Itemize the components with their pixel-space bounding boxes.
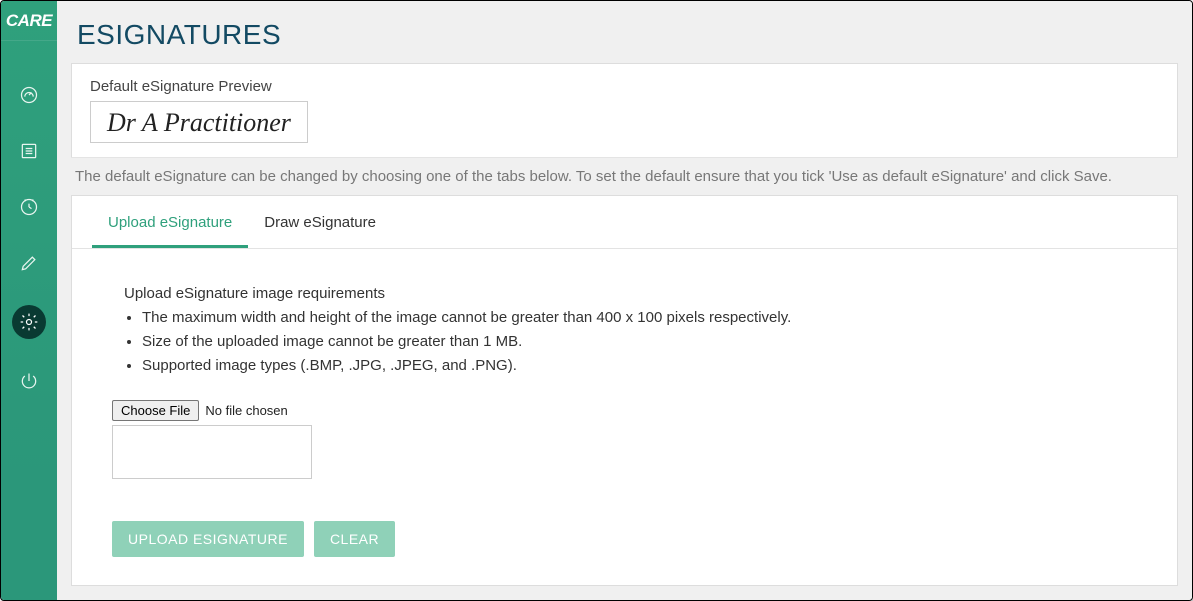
app-logo: CARE [1,1,57,41]
sidebar: CARE [1,1,57,600]
requirements-list: The maximum width and height of the imag… [112,306,1137,378]
tab-upload-esignature[interactable]: Upload eSignature [92,196,248,248]
requirement-item: The maximum width and height of the imag… [142,306,1137,330]
signature-preview: Dr A Practitioner [90,101,308,143]
tab-draw-esignature[interactable]: Draw eSignature [248,196,392,248]
choose-file-button[interactable]: Choose File [112,400,199,421]
preview-label: Default eSignature Preview [90,78,1159,95]
requirements-heading: Upload eSignature image requirements [124,285,1137,302]
tab-content-upload: Upload eSignature image requirements The… [72,249,1177,581]
tabs-card: Upload eSignature Draw eSignature Upload… [71,195,1178,586]
help-text: The default eSignature can be changed by… [71,157,1178,195]
clear-button[interactable]: CLEAR [314,521,395,557]
tabs: Upload eSignature Draw eSignature [72,196,1177,249]
requirement-item: Size of the uploaded image cannot be gre… [142,330,1137,354]
list-icon[interactable] [15,137,43,165]
dashboard-icon[interactable] [15,81,43,109]
pencil-icon[interactable] [15,249,43,277]
power-icon[interactable] [15,367,43,395]
requirement-item: Supported image types (.BMP, .JPG, .JPEG… [142,354,1137,378]
page-title: ESIGNATURES [57,1,1192,63]
clock-icon[interactable] [15,193,43,221]
gear-icon[interactable] [12,305,46,339]
upload-esignature-button[interactable]: UPLOAD ESIGNATURE [112,521,304,557]
signature-preview-card: Default eSignature Preview Dr A Practiti… [71,63,1178,157]
main-content: ESIGNATURES Default eSignature Preview D… [57,1,1192,600]
file-status-text: No file chosen [205,403,287,418]
upload-preview-slot [112,425,312,479]
